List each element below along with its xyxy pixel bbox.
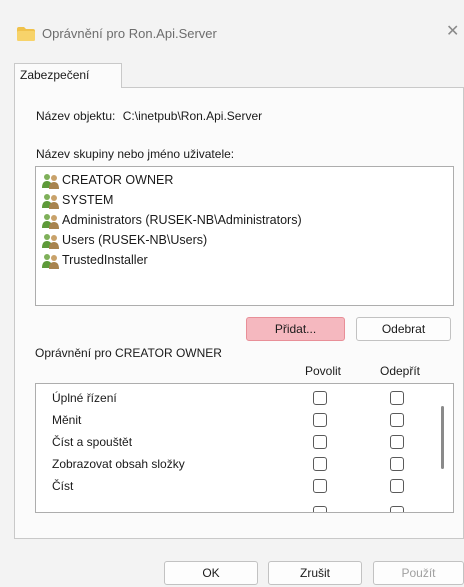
- allow-checkbox[interactable]: [313, 479, 327, 493]
- list-item-label: SYSTEM: [62, 193, 114, 207]
- allow-checkbox[interactable]: [313, 506, 327, 512]
- tab-security-label: Zabezpečení: [20, 68, 90, 82]
- group-list-label: Název skupiny nebo jméno uživatele:: [36, 147, 235, 161]
- users-icon: [42, 254, 59, 269]
- object-name-value: C:\inetpub\Ron.Api.Server: [122, 109, 263, 123]
- permission-row-read-execute: Číst a spouštět: [36, 431, 436, 453]
- deny-checkbox[interactable]: [390, 479, 404, 493]
- object-name: Název objektu: C:\inetpub\Ron.Api.Server: [36, 109, 262, 123]
- scrollbar-thumb[interactable]: [441, 406, 444, 469]
- allow-checkbox[interactable]: [313, 413, 327, 427]
- deny-checkbox[interactable]: [390, 506, 404, 512]
- permission-row-read: Číst: [36, 475, 436, 497]
- tab-security[interactable]: Zabezpečení: [14, 63, 122, 88]
- ok-button[interactable]: OK: [164, 561, 258, 585]
- add-button[interactable]: Přidat...: [246, 317, 345, 341]
- list-item-label: TrustedInstaller: [62, 253, 148, 267]
- users-icon: [42, 234, 59, 249]
- permission-label: Číst: [52, 479, 74, 493]
- list-item-label: Users (RUSEK-NB\Users): [62, 233, 208, 247]
- allow-checkbox[interactable]: [313, 435, 327, 449]
- permission-row-partial: [36, 502, 436, 512]
- permission-row-modify: Měnit: [36, 409, 436, 431]
- deny-column-header: Odepřít: [380, 364, 421, 378]
- deny-checkbox[interactable]: [390, 391, 404, 405]
- folder-icon: [17, 27, 35, 41]
- list-item-trustedinstaller[interactable]: TrustedInstaller: [41, 251, 441, 271]
- permission-label: Zobrazovat obsah složky: [52, 457, 185, 471]
- list-item-system[interactable]: SYSTEM: [41, 191, 441, 211]
- window-title: Oprávnění pro Ron.Api.Server: [42, 26, 217, 41]
- permissions-list[interactable]: Úplné řízení Měnit Číst a spouštět Zobra…: [35, 383, 454, 513]
- list-item-administrators[interactable]: Administrators (RUSEK-NB\Administrators): [41, 211, 441, 231]
- users-icon: [42, 194, 59, 209]
- users-icon: [42, 214, 59, 229]
- list-item-label: CREATOR OWNER: [62, 173, 174, 187]
- permission-label: Úplné řízení: [52, 391, 117, 405]
- permissions-for-label: Oprávnění pro CREATOR OWNER: [35, 346, 222, 360]
- permission-label: Číst a spouštět: [52, 435, 133, 449]
- group-list[interactable]: CREATOR OWNER SYSTEM Administrators (RUS…: [35, 166, 454, 306]
- close-icon[interactable]: ✕: [446, 24, 459, 40]
- permission-label: Měnit: [52, 413, 82, 427]
- object-name-label: Název objektu:: [36, 109, 116, 123]
- remove-button[interactable]: Odebrat: [356, 317, 451, 341]
- list-item-creator-owner[interactable]: CREATOR OWNER: [41, 171, 441, 191]
- list-item-users[interactable]: Users (RUSEK-NB\Users): [41, 231, 441, 251]
- deny-checkbox[interactable]: [390, 413, 404, 427]
- cancel-button[interactable]: Zrušit: [268, 561, 362, 585]
- allow-checkbox[interactable]: [313, 457, 327, 471]
- list-item-label: Administrators (RUSEK-NB\Administrators): [62, 213, 302, 227]
- deny-checkbox[interactable]: [390, 435, 404, 449]
- title-bar: Oprávnění pro Ron.Api.Server ✕: [0, 0, 464, 60]
- allow-checkbox[interactable]: [313, 391, 327, 405]
- apply-button[interactable]: Použít: [373, 561, 464, 585]
- allow-column-header: Povolit: [305, 364, 342, 378]
- permission-row-full-control: Úplné řízení: [36, 387, 436, 409]
- users-icon: [42, 174, 59, 189]
- permission-row-list-folder: Zobrazovat obsah složky: [36, 453, 436, 475]
- deny-checkbox[interactable]: [390, 457, 404, 471]
